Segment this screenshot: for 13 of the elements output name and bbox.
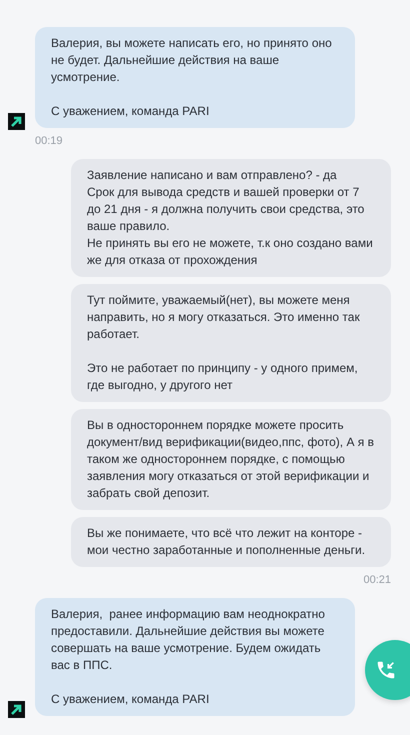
phone-icon: [375, 659, 397, 681]
message-text: С уважением, команда PARI: [51, 103, 210, 120]
message-text: Валерия, вы можете написать его, но принято оно не будет. Дальнейшие действия на ваше усмотрение.: [51, 35, 333, 86]
message-text: Вы в одностороннем порядке можете просить документ/вид верификации(видео,ппс, фото), А я в таком же одностороннем порядке, с помощью заявления могу отказаться от этой верификации и забрать свой депозит.: [87, 417, 375, 502]
message-text: Вы же понимаете, что всё что лежит на конторе - мои честно заработанные и пополненные деньги.: [87, 525, 366, 559]
message-text: Тут поймите, уважаемый(нет), вы можете меня направить, но я могу отказаться. Это именно так работает.: [87, 292, 361, 343]
call-button[interactable]: [365, 640, 410, 700]
message-text: Это не работает по принципу - у одного примем, где выгодно, у другого нет: [87, 360, 359, 394]
message-text: С уважением, команда PARI: [51, 691, 210, 708]
message-text: Заявление написано и вам отправлено? - да Срок для вывода средств и вашей проверки от 7 до 21 дня - я должна получить свои средства, это ваше правило. Не принять вы его не можете, т.к оно создано вами же для отказа от прохождения: [87, 167, 374, 269]
timestamp: 00:21: [363, 573, 391, 587]
message-text: Валерия, ранее информацию вам неоднократно предоставили. Дальнейшие действия вы можете совершать на ваше усмотрение. Будем ожидать вас в ППС.: [51, 606, 326, 674]
timestamp: 00:19: [35, 134, 63, 148]
